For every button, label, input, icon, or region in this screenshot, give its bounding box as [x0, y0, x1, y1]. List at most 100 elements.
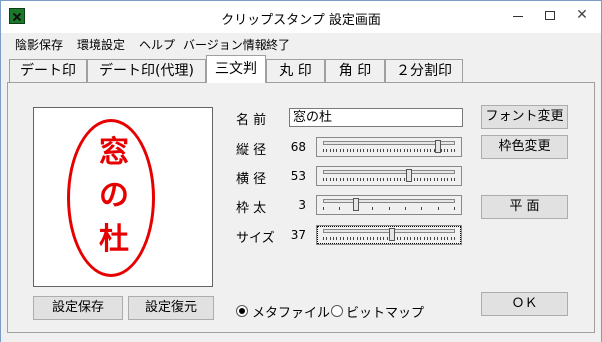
slider-thumb[interactable] [353, 198, 359, 211]
border-slider[interactable] [316, 195, 462, 215]
slider-tick [323, 149, 324, 152]
tab-square-stamp[interactable]: 角 印 [325, 59, 385, 83]
font-change-button[interactable]: フォント変更 [481, 105, 568, 129]
slider-tick [394, 149, 395, 152]
minimize-icon [513, 16, 523, 17]
slider-tick [390, 178, 391, 181]
slider-tick [430, 178, 431, 181]
slider-thumb[interactable] [389, 228, 395, 241]
slider-tick [394, 178, 395, 181]
slider-tick [330, 178, 331, 181]
slider-tick [427, 237, 428, 240]
stamp-ellipse: 窓 の 杜 [67, 119, 155, 277]
maximize-button[interactable] [535, 3, 565, 29]
slider-tick [336, 149, 337, 152]
slider-tick [390, 149, 391, 152]
slider-tick [437, 237, 438, 240]
tab-sanmonban[interactable]: 三文判 [206, 55, 266, 83]
tab-date-stamp[interactable]: デート印 [9, 59, 87, 83]
slider-tick [357, 178, 358, 181]
slider-tick [454, 178, 455, 181]
slider-tick [347, 149, 348, 152]
menu-environment-settings[interactable]: 環境設定 [77, 36, 125, 53]
menu-exit[interactable]: 終了 [266, 36, 290, 53]
slider-ticks [323, 207, 455, 211]
slider-tick [336, 178, 337, 181]
metafile-label: メタファイル [252, 306, 331, 321]
height-slider[interactable] [316, 137, 462, 157]
width-label: 横 径 [236, 172, 267, 187]
tab-split-stamp[interactable]: ２分割印 [385, 59, 463, 83]
slider-tick [370, 178, 371, 181]
border-label: 枠 太 [236, 201, 267, 216]
restore-settings-button[interactable]: 設定復元 [128, 296, 214, 320]
menu-shadow-save[interactable]: 陰影保存 [15, 36, 63, 53]
slider-tick [367, 237, 368, 240]
menu-version-info[interactable]: バージョン情報 [183, 36, 267, 53]
metafile-radio[interactable] [236, 305, 248, 317]
slider-tick [326, 178, 327, 181]
slider-tick [330, 149, 331, 152]
app-window: クリップスタンプ 設定画面 ✕ 陰影保存 環境設定 ヘルプ バージョン情報 終了… [0, 0, 602, 342]
slider-tick [424, 178, 425, 181]
slider-tick [380, 149, 381, 152]
slider-track [323, 170, 455, 174]
slider-tick [430, 149, 431, 152]
slider-tick [333, 178, 334, 181]
slider-tick [373, 237, 374, 240]
size-value: 37 [290, 228, 306, 242]
tab-date-stamp-proxy[interactable]: デート印(代理) [87, 59, 206, 83]
frame-color-button[interactable]: 枠色変更 [481, 135, 568, 159]
size-slider[interactable] [316, 225, 462, 245]
title-bar: クリップスタンプ 設定画面 ✕ [1, 1, 601, 33]
slider-tick [404, 178, 405, 181]
flat-button[interactable]: 平 面 [481, 195, 568, 219]
stamp-char-3: 杜 [99, 222, 129, 257]
slider-tick [454, 149, 455, 152]
menu-help[interactable]: ヘルプ [139, 36, 175, 53]
slider-tick [363, 237, 364, 240]
tab-round-stamp[interactable]: 丸 印 [266, 59, 325, 83]
slider-tick [427, 178, 428, 181]
slider-tick [427, 149, 428, 152]
slider-tick [367, 149, 368, 152]
slider-tick [383, 178, 384, 181]
stamp-char-2: の [99, 178, 129, 213]
slider-tick [383, 237, 384, 240]
slider-tick [347, 237, 348, 240]
slider-tick [383, 149, 384, 152]
name-input[interactable]: 窓の杜 [289, 108, 463, 127]
slider-thumb[interactable] [435, 140, 441, 153]
slider-tick [414, 237, 415, 240]
height-value: 68 [290, 140, 306, 154]
slider-tick [360, 178, 361, 181]
slider-tick [357, 237, 358, 240]
slider-tick [434, 237, 435, 240]
slider-track [323, 199, 455, 203]
slider-tick [407, 237, 408, 240]
slider-tick [451, 237, 452, 240]
slider-tick [343, 178, 344, 181]
maximize-icon [545, 11, 555, 20]
close-icon: ✕ [576, 7, 588, 23]
save-settings-button[interactable]: 設定保存 [33, 296, 123, 320]
slider-thumb[interactable] [406, 169, 412, 182]
ok-button[interactable]: ＯＫ [481, 292, 568, 316]
slider-tick [353, 237, 354, 240]
slider-tick [350, 149, 351, 152]
slider-tick [417, 237, 418, 240]
menu-bar: 陰影保存 環境設定 ヘルプ バージョン情報 終了 [1, 33, 601, 53]
slider-tick [451, 178, 452, 181]
minimize-button[interactable] [503, 3, 533, 29]
slider-tick [340, 178, 341, 181]
slider-tick [340, 149, 341, 152]
close-button[interactable]: ✕ [567, 3, 597, 29]
bitmap-radio[interactable] [331, 305, 343, 317]
width-slider[interactable] [316, 166, 462, 186]
slider-tick [420, 178, 421, 181]
slider-tick [360, 149, 361, 152]
slider-tick [404, 237, 405, 240]
slider-tick [400, 237, 401, 240]
slider-tick [387, 178, 388, 181]
slider-tick [400, 149, 401, 152]
